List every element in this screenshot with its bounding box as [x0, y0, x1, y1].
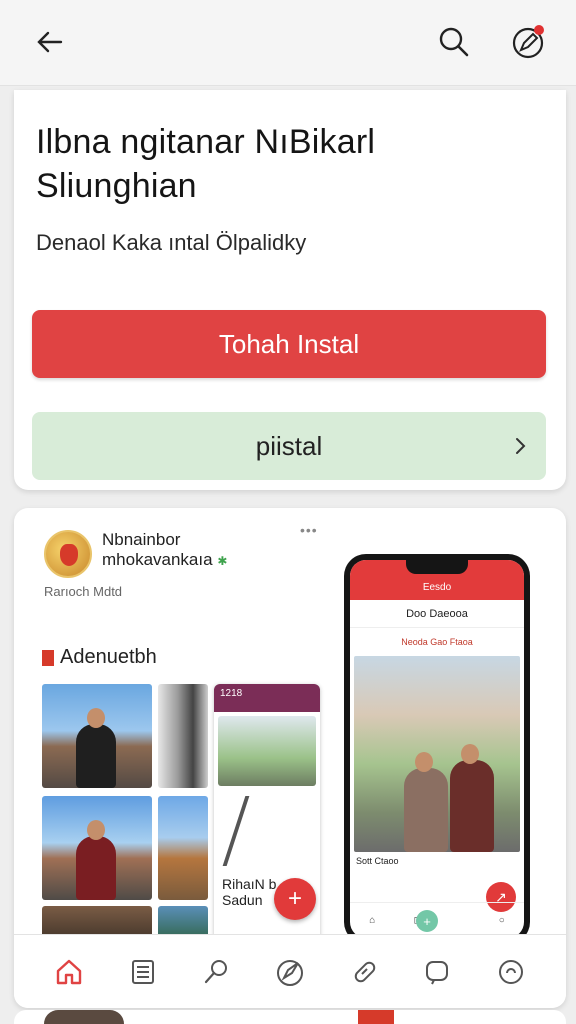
back-arrow-icon: [37, 31, 63, 53]
page-subtitle: Denaol Kaka ıntal Ölpalidky: [36, 230, 307, 255]
phone-feature-image: [354, 656, 520, 852]
install-card: Ilbna ngitanar NıBikarl Sliunghian Denao…: [14, 90, 566, 490]
explore-icon: [276, 959, 303, 986]
nav-explore[interactable]: [268, 950, 312, 994]
gallery-photo[interactable]: [158, 796, 208, 900]
mini-phone-caption: RihaıN b Sadun: [222, 876, 276, 908]
nav-tag[interactable]: [342, 950, 386, 994]
phone-notch: [406, 560, 468, 574]
chat-icon: [426, 960, 449, 984]
phone-subrow: Neoda Gao Ftaoa: [401, 637, 473, 647]
nav-profile[interactable]: [489, 950, 533, 994]
page-title: Ilbna ngitanar NıBikarl Sliunghian: [36, 123, 376, 205]
section-header: Adenuetbh: [42, 646, 157, 669]
secondary-install-button[interactable]: piistal: [32, 412, 546, 480]
phone-chat-icon: ○: [498, 915, 505, 926]
app-preview-card: Nbnainbor mhokavankaıa ✱ ••• Rarıoch Mdt…: [14, 508, 566, 1008]
back-button[interactable]: [28, 20, 72, 64]
peek-accent: [358, 1010, 394, 1024]
app-logo: [44, 530, 92, 578]
section-title: Adenuetbh: [60, 646, 157, 668]
crane-illustration: [222, 796, 312, 866]
secondary-button-label: piistal: [255, 430, 323, 461]
section-marker-icon: [42, 649, 54, 666]
gallery-photo[interactable]: [158, 684, 208, 788]
phone-mockup: Eesdo Doo Daeooa Neoda Gao Ftaoa Sott Ct…: [344, 554, 530, 944]
profile-icon: [499, 959, 524, 984]
compose-button[interactable]: [506, 20, 550, 64]
person-figure: [76, 708, 116, 788]
tag-icon: [354, 961, 375, 982]
account-name-line2: mhokavankaıa: [102, 550, 213, 569]
phone-status-bar: Eesdo: [350, 560, 524, 600]
install-button[interactable]: Tohah Instal: [32, 310, 546, 378]
search-button[interactable]: [432, 20, 476, 64]
person-figure: [76, 820, 116, 900]
nav-home[interactable]: [47, 950, 91, 994]
phone-home-icon: ⌂: [369, 915, 376, 926]
mini-phone-preview: 1218 RihaıN b Sadun +: [214, 684, 320, 944]
account-meta: Rarıoch Mdtd: [44, 584, 123, 599]
nav-chat[interactable]: [415, 950, 459, 994]
notification-dot: [534, 25, 544, 35]
mini-phone-status-text: 1218: [220, 688, 243, 699]
install-button-label: Tohah Instal: [218, 328, 360, 359]
search-icon: [205, 959, 228, 983]
nav-list[interactable]: [121, 950, 165, 994]
mini-phone-status-bar: 1218: [214, 684, 320, 712]
bottom-navigation: [14, 934, 566, 1008]
top-app-bar: [0, 0, 576, 86]
add-fab-icon[interactable]: +: [274, 878, 316, 920]
home-icon: [56, 959, 82, 984]
person-figure: [450, 744, 494, 852]
phone-caption: Sott Ctaoo: [356, 856, 399, 866]
list-icon: [131, 959, 154, 984]
gallery-photo[interactable]: [42, 796, 152, 900]
nav-search[interactable]: [194, 950, 238, 994]
phone-screen: Eesdo Doo Daeooa Neoda Gao Ftaoa Sott Ct…: [350, 560, 524, 938]
more-options-icon[interactable]: •••: [300, 522, 318, 538]
account-name[interactable]: Nbnainbor mhokavankaıa ✱: [102, 530, 227, 571]
next-card-peek: [14, 1010, 566, 1024]
phone-screen-title: Eesdo: [422, 582, 452, 593]
person-figure: [404, 752, 448, 852]
mini-phone-caption-line1: RihaıN b: [222, 876, 277, 892]
gallery-photo[interactable]: [42, 684, 152, 788]
verified-icon: ✱: [217, 554, 228, 568]
mini-phone-image: [218, 716, 316, 786]
phone-plus-icon: +: [416, 910, 438, 932]
search-icon: [439, 27, 469, 57]
mini-phone-caption-line2: Sadun: [222, 892, 263, 908]
account-name-line1: Nbnainbor: [102, 530, 181, 549]
peek-image: [44, 1010, 124, 1024]
phone-header: Doo Daeooa: [350, 600, 524, 628]
chevron-right-icon: [516, 438, 526, 454]
